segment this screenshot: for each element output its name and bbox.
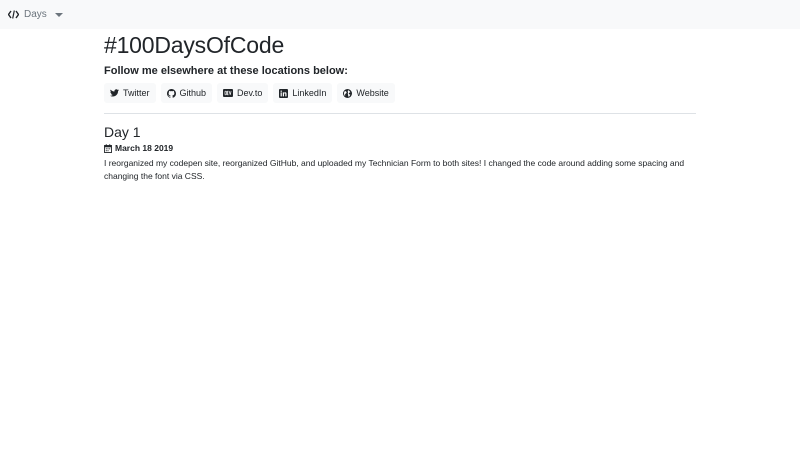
twitter-icon: [110, 89, 119, 97]
days-dropdown-toggle[interactable]: Days: [8, 9, 63, 20]
website-button[interactable]: Website: [337, 83, 395, 103]
navbar: Days: [0, 0, 800, 29]
social-links: Twitter Github Dev.to LinkedIn Website: [104, 83, 696, 103]
days-dropdown-label: Days: [24, 9, 47, 20]
page-title: #100DaysOfCode: [104, 32, 285, 58]
caret-down-icon: [54, 12, 63, 17]
devto-label: Dev.to: [237, 88, 263, 98]
devto-icon: [223, 89, 234, 97]
twitter-label: Twitter: [123, 88, 150, 98]
day-description: I reorganized my codepen site, reorganiz…: [104, 158, 685, 181]
divider: [104, 113, 696, 114]
twitter-button[interactable]: Twitter: [104, 83, 156, 103]
day-entry: Day 1 March 18 2019 I reorganized my cod…: [104, 124, 696, 183]
github-label: Github: [179, 88, 207, 98]
day-date: March 18 2019: [104, 143, 696, 153]
main-container: #100DaysOfCode Follow me elsewhere at th…: [104, 29, 696, 183]
calendar-icon: [104, 143, 112, 153]
linkedin-label: LinkedIn: [292, 88, 327, 98]
linkedin-button[interactable]: LinkedIn: [273, 83, 333, 103]
day-title: Day 1: [104, 124, 141, 140]
github-icon: [166, 88, 176, 98]
linkedin-icon: [279, 88, 289, 98]
website-label: Website: [356, 88, 389, 98]
page-subtitle: Follow me elsewhere at these locations b…: [104, 65, 348, 77]
github-button[interactable]: Github: [160, 83, 213, 103]
day-date-text: March 18 2019: [115, 143, 174, 153]
globe-icon: [343, 88, 353, 98]
code-icon: [8, 10, 19, 19]
devto-button[interactable]: Dev.to: [217, 83, 269, 103]
